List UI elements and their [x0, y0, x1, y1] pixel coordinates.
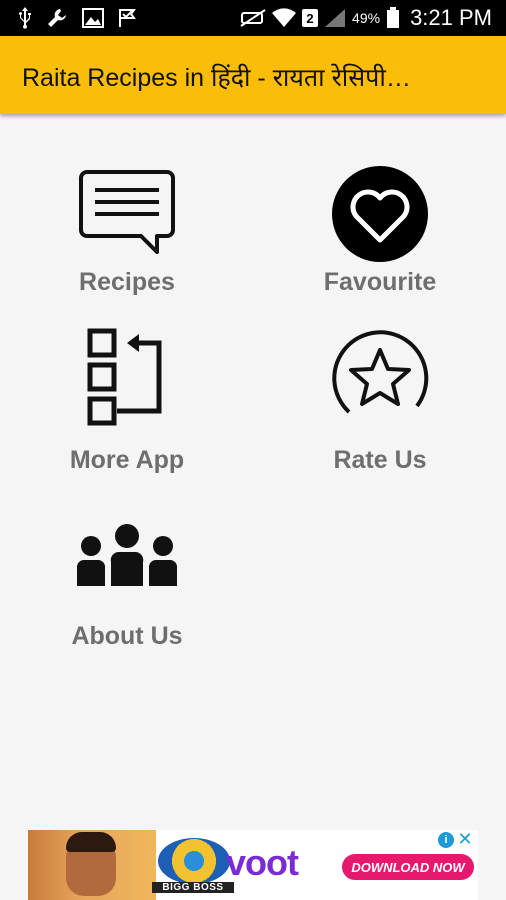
about-us-button[interactable]: About Us — [22, 524, 232, 684]
rate-us-button[interactable]: Rate Us — [275, 328, 485, 488]
more-apps-icon — [87, 328, 162, 426]
wrench-icon — [48, 9, 66, 27]
system-icons: 2 49% 3:21 PM — [240, 0, 492, 36]
ad-banner[interactable]: BIGG BOSS voot DOWNLOAD NOW i ✕ — [28, 830, 478, 900]
more-app-label: More App — [69, 446, 185, 474]
group-icon — [76, 524, 178, 586]
image-icon — [82, 8, 104, 28]
notification-icons — [18, 6, 138, 30]
heart-icon — [332, 166, 428, 262]
status-bar: 2 49% 3:21 PM — [0, 0, 506, 36]
wifi-icon — [272, 8, 297, 27]
usb-icon — [19, 7, 31, 29]
star-icon — [332, 330, 429, 414]
chat-bubble-icon — [79, 170, 175, 254]
recipes-label: Recipes — [79, 268, 175, 296]
ad-hair — [66, 832, 116, 852]
ad-show-name: BIGG BOSS — [152, 882, 234, 893]
flag-icon — [119, 9, 136, 27]
ad-brand: voot — [226, 842, 299, 883]
app-bar: Raita Recipes in हिंदी - रायता रेसिपी… — [0, 36, 506, 114]
ad-close-icon[interactable]: ✕ — [456, 830, 474, 848]
favourite-button[interactable]: Favourite — [275, 164, 485, 324]
signal-icon — [325, 9, 346, 27]
rate-us-label: Rate Us — [333, 446, 427, 474]
ad-image — [28, 830, 156, 900]
recipes-button[interactable]: Recipes — [22, 168, 232, 328]
sim-badge: 2 — [302, 9, 319, 27]
page-title: Raita Recipes in हिंदी - रायता रेसिपी… — [22, 64, 411, 92]
about-us-label: About Us — [71, 622, 183, 650]
battery-percent: 49% — [352, 10, 381, 26]
bigg-boss-eye-logo — [158, 838, 230, 884]
ad-download-button[interactable]: DOWNLOAD NOW — [342, 854, 474, 880]
ad-info-icon[interactable]: i — [438, 832, 454, 848]
mute-icon — [240, 9, 266, 27]
battery-icon — [387, 7, 400, 28]
more-app-button[interactable]: More App — [22, 328, 232, 488]
clock: 3:21 PM — [410, 5, 492, 30]
favourite-label: Favourite — [323, 268, 437, 296]
